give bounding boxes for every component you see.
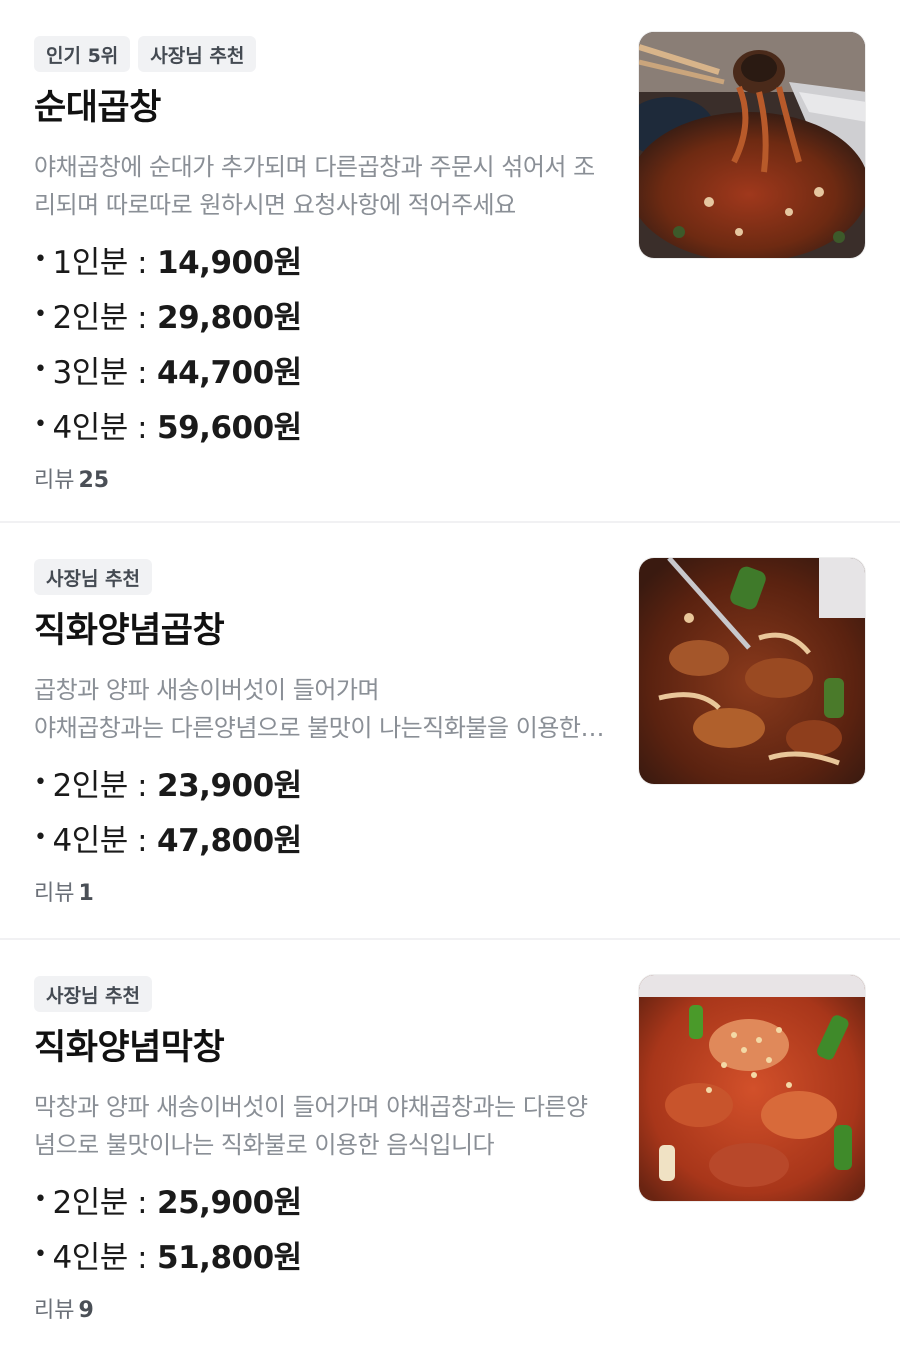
price-row: • 4인분 : 47,800원 xyxy=(34,810,866,865)
price-amount: 14,900원 xyxy=(157,245,302,281)
price-amount: 51,800원 xyxy=(157,1240,302,1276)
price-row: • 3인분 : 44,700원 xyxy=(34,342,866,397)
menu-item-photo[interactable] xyxy=(638,557,866,785)
price-amount: 47,800원 xyxy=(157,823,302,859)
menu-item-description: 곱창과 양파 새송이버섯이 들어가며 야채곱창과는 다른양념으로 불맛이 나는직… xyxy=(34,676,581,742)
portion-label: 2인분 : xyxy=(52,1185,148,1221)
menu-item-description: 막창과 양파 새송이버섯이 들어가며 야채곱창과는 다른양념으로 불맛이나는 직… xyxy=(34,1093,588,1159)
menu-list: 인기 5위 사장님 추천 순대곱창 야채곱창에 순대가 추가되며 다른곱창과 주… xyxy=(0,0,900,1350)
portion-label: 4인분 : xyxy=(52,1240,148,1276)
menu-item[interactable]: 인기 5위 사장님 추천 순대곱창 야채곱창에 순대가 추가되며 다른곱창과 주… xyxy=(0,0,900,521)
review-count: 리뷰 9 xyxy=(34,1298,94,1323)
price-row: • 2인분 : 29,800원 xyxy=(34,287,866,342)
price-amount: 44,700원 xyxy=(157,355,302,391)
price-amount: 23,900원 xyxy=(157,768,302,804)
menu-item[interactable]: 사장님 추천 직화양념막창 막창과 양파 새송이버섯이 들어가며 야채곱창과는 … xyxy=(0,938,900,1350)
menu-item[interactable]: 사장님 추천 직화양념곱창 곱창과 양파 새송이버섯이 들어가며 야채곱창과는 … xyxy=(0,521,900,938)
menu-item-description: 야채곱창에 순대가 추가되며 다른곱창과 주문시 섞어서 조리되며 따로따로 원… xyxy=(34,153,595,219)
price-amount: 25,900원 xyxy=(157,1185,302,1221)
menu-item-photo[interactable] xyxy=(638,31,866,259)
owner-recommend-badge: 사장님 추천 xyxy=(138,36,257,72)
owner-recommend-badge: 사장님 추천 xyxy=(34,559,153,595)
menu-item-photo[interactable] xyxy=(638,974,866,1202)
price-row: • 4인분 : 59,600원 xyxy=(34,397,866,452)
review-count: 리뷰 25 xyxy=(34,468,110,493)
review-count: 리뷰 1 xyxy=(34,881,94,906)
portion-label: 2인분 : xyxy=(52,768,148,804)
price-row: • 4인분 : 51,800원 xyxy=(34,1227,866,1282)
price-amount: 59,600원 xyxy=(157,410,302,446)
portion-label: 2인분 : xyxy=(52,300,148,336)
portion-label: 4인분 : xyxy=(52,410,148,446)
portion-label: 3인분 : xyxy=(52,355,148,391)
owner-recommend-badge: 사장님 추천 xyxy=(34,976,153,1012)
popularity-badge: 인기 5위 xyxy=(34,36,131,72)
price-amount: 29,800원 xyxy=(157,300,302,336)
portion-label: 4인분 : xyxy=(52,823,148,859)
portion-label: 1인분 : xyxy=(52,245,148,281)
price-list: • 1인분 : 14,900원 • 2인분 : 29,800원 • 3인분 : … xyxy=(34,232,866,452)
